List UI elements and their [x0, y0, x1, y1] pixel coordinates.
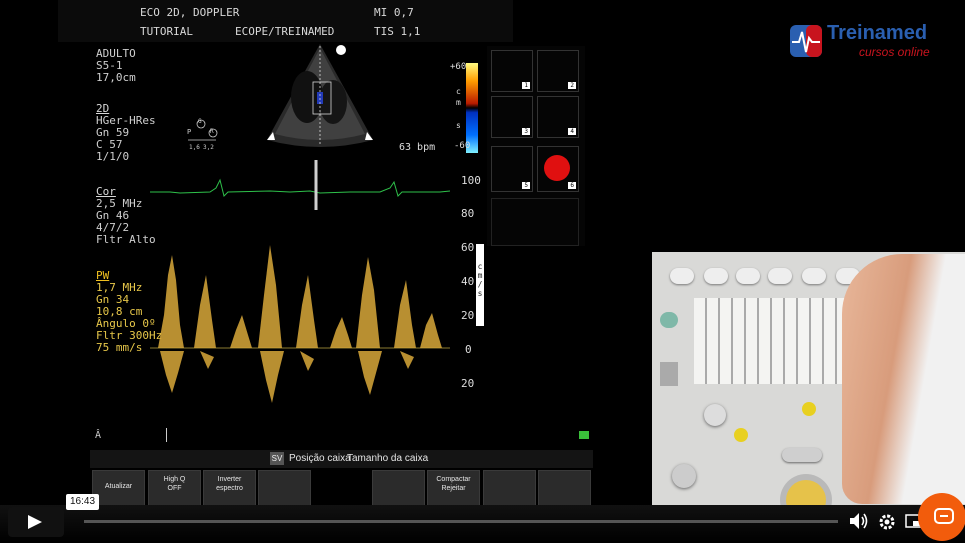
video-timeline[interactable] [84, 520, 838, 523]
general-params: ADULTO S5-1 17,0cm [96, 48, 136, 84]
spectral-tick-60: 60 [461, 241, 475, 254]
play-icon [28, 515, 42, 529]
params-color: Cor 2,5 MHz Gn 46 4/7/2 Fltr Alto [96, 186, 156, 246]
param-line: 17,0cm [96, 71, 136, 84]
thumbnail-5[interactable]: 5 [491, 146, 533, 192]
probe-icon [166, 428, 189, 442]
color-doppler-blob [544, 155, 570, 181]
echo-sector-image [267, 44, 373, 147]
color-scale-unit-s: s [456, 121, 461, 130]
network-icon [563, 428, 589, 442]
volume-icon[interactable] [849, 512, 869, 530]
treinamed-logo: Treinamed cursos online [787, 20, 947, 64]
header-tutorial: TUTORIAL [140, 25, 193, 38]
spectral-tick-0: 0 [465, 343, 472, 356]
header-mi: MI 0,7 [374, 6, 414, 19]
chat-icon [934, 508, 954, 524]
softkey-inverter-espectro[interactable]: Inverter espectro [203, 470, 256, 506]
param-line: Fltr Alto [96, 233, 156, 246]
play-button[interactable] [8, 507, 64, 537]
spectral-doppler-display [150, 245, 450, 403]
softkey-atualizar[interactable]: Atualizar [92, 470, 145, 506]
spectral-scale-unit: c m / s [477, 262, 483, 298]
spectral-tick-neg20: 20 [461, 377, 475, 390]
spectral-tick-80: 80 [461, 207, 475, 220]
logo-subtitle: cursos online [859, 45, 930, 59]
thumbnail-1[interactable]: 1 [491, 50, 533, 92]
spectral-tick-40: 40 [461, 275, 475, 288]
heart-rate: 63 bpm [399, 142, 436, 153]
logo-name: Treinamed [827, 22, 928, 44]
params-2d: 2D HGer-HRes Gn 59 C 57 1/1/0 [96, 103, 156, 163]
thumbnail-3[interactable]: 3 [491, 96, 533, 138]
softkey-compactar-rejeitar[interactable]: Compactar Rejeitar [427, 470, 480, 506]
spectral-tick-100: 100 [461, 174, 481, 187]
thumbnail-2[interactable]: 2 [537, 50, 579, 92]
probe-g-label: G [198, 118, 202, 125]
thumbnail-6[interactable]: 6 [537, 146, 579, 192]
pip-trackball [786, 480, 826, 505]
time-tooltip: 16:43 [66, 494, 99, 510]
header-source: ECOPE/TREINAMED [235, 25, 335, 38]
probe-value-2: 3,2 [203, 144, 214, 151]
instructor-video-pip [652, 252, 965, 505]
softkey-blank-5[interactable] [372, 470, 425, 506]
ecg-trace [150, 160, 450, 210]
thumbnail-4[interactable]: 4 [537, 96, 579, 138]
color-scale-unit-c: c [456, 87, 461, 96]
probe-value-1: 1,6 [189, 144, 200, 151]
chat-button[interactable] [918, 493, 965, 541]
status-position[interactable]: Posição caixa [289, 453, 351, 464]
anatomical-icon: Â [95, 430, 102, 441]
probe-p-label: P [187, 128, 192, 136]
color-velocity-bar [466, 63, 478, 153]
softkey-high-q[interactable]: High Q OFF [148, 470, 201, 506]
color-scale-unit-m: m [456, 98, 461, 107]
param-line: 1/1/0 [96, 150, 130, 163]
spectral-tick-20: 20 [461, 309, 475, 322]
thumbnail-strip: 1 2 3 4 5 6 [487, 46, 585, 246]
header-tis: TIS 1,1 [374, 25, 421, 38]
color-scale-bottom: -60 [454, 141, 471, 151]
softkey-blank-8[interactable] [538, 470, 591, 506]
pip-hand [842, 254, 965, 504]
softkey-blank-4[interactable] [258, 470, 311, 506]
video-controls-bar [0, 505, 965, 543]
settings-icon[interactable] [878, 513, 896, 531]
color-scale-top: +60 [450, 62, 467, 72]
softkey-blank-7[interactable] [483, 470, 536, 506]
thumbnail-doppler[interactable] [491, 198, 579, 246]
header-mode: ECO 2D, DOPPLER [140, 6, 240, 19]
sv-badge: SV [270, 452, 284, 465]
probe-r-label: R [210, 128, 214, 135]
treinamed-logo-icon [790, 25, 822, 57]
status-size[interactable]: Tamanho da caixa [347, 453, 428, 464]
